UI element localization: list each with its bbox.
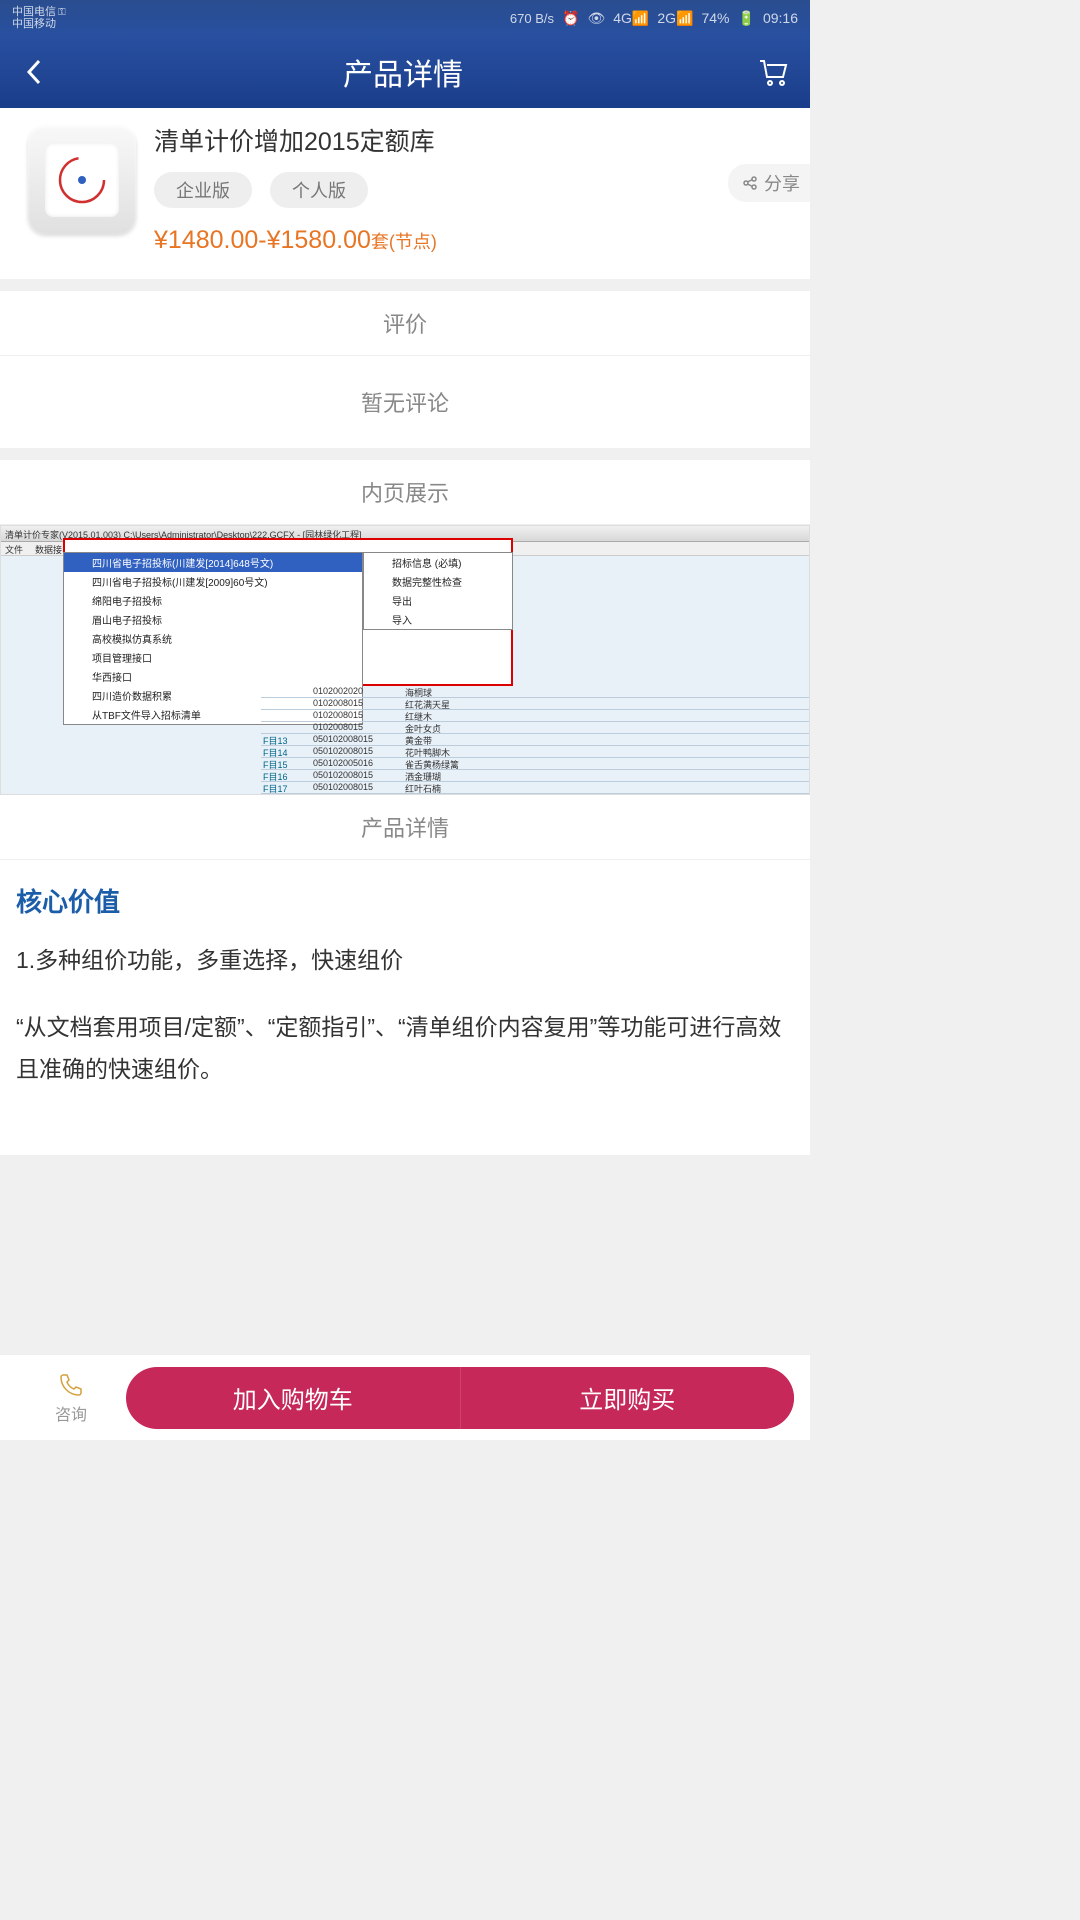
product-icon — [28, 126, 136, 234]
phone-icon — [57, 1371, 85, 1399]
back-button[interactable] — [20, 57, 50, 87]
consult-button[interactable]: 咨询 — [16, 1371, 126, 1425]
alarm-icon: ⏰ — [562, 10, 579, 27]
tag-enterprise[interactable]: 企业版 — [154, 172, 252, 208]
key-icon: ⚿ — [58, 7, 66, 18]
add-to-cart-button[interactable]: 加入购物车 — [126, 1367, 461, 1429]
nav-bar: 产品详情 — [0, 36, 810, 108]
status-indicators: 670 B/s ⏰ 👁 4G📶 2G📶 74% 🔋 09:16 — [510, 10, 798, 27]
reviews-empty: 暂无评论 — [0, 356, 810, 448]
dropdown-submenu: 招标信息 (必填) 数据完整性检查 导出 导入 — [363, 552, 513, 630]
details-heading: 核心价值 — [16, 882, 794, 919]
product-price: ¥1480.00-¥1580.00套(节点) — [154, 226, 790, 255]
gallery-screenshot[interactable]: 清单计价专家(V2015.01.003) C:\Users\Administra… — [0, 525, 810, 795]
battery-icon: 🔋 — [738, 10, 755, 27]
tag-personal[interactable]: 个人版 — [270, 172, 368, 208]
gallery-header: 内页展示 — [0, 460, 810, 525]
reviews-header: 评价 — [0, 291, 810, 356]
eye-icon: 👁 — [587, 10, 605, 27]
cart-button[interactable] — [756, 55, 790, 89]
details-section: 核心价值 1.多种组价功能，多重选择，快速组价 “从文档套用项目/定额”、“定额… — [0, 860, 810, 1155]
details-p1: 1.多种组价功能，多重选择，快速组价 — [16, 939, 794, 982]
product-header: 清单计价增加2015定额库 企业版 个人版 ¥1480.00-¥1580.00套… — [0, 108, 810, 279]
buy-now-button[interactable]: 立即购买 — [461, 1367, 795, 1429]
details-header: 产品详情 — [0, 795, 810, 860]
data-table: 0102002020海桐球0102008015红花满天星0102008015红继… — [261, 686, 809, 794]
signal-4g-icon: 4G📶 — [613, 10, 649, 27]
bottom-bar: 咨询 加入购物车 立即购买 — [0, 1354, 810, 1440]
status-carriers: 中国电信⚿ 中国移动 — [12, 6, 66, 30]
signal-2g-icon: 2G📶 — [657, 10, 693, 27]
status-bar: 中国电信⚿ 中国移动 670 B/s ⏰ 👁 4G📶 2G📶 74% 🔋 09:… — [0, 0, 810, 36]
product-title: 清单计价增加2015定额库 — [154, 122, 790, 158]
share-button[interactable]: 分享 — [728, 164, 810, 202]
share-icon — [742, 175, 758, 191]
page-title: 产品详情 — [343, 50, 463, 94]
details-p2: “从文档套用项目/定额”、“定额指引”、“清单组价内容复用”等功能可进行高效且准… — [16, 1006, 794, 1091]
